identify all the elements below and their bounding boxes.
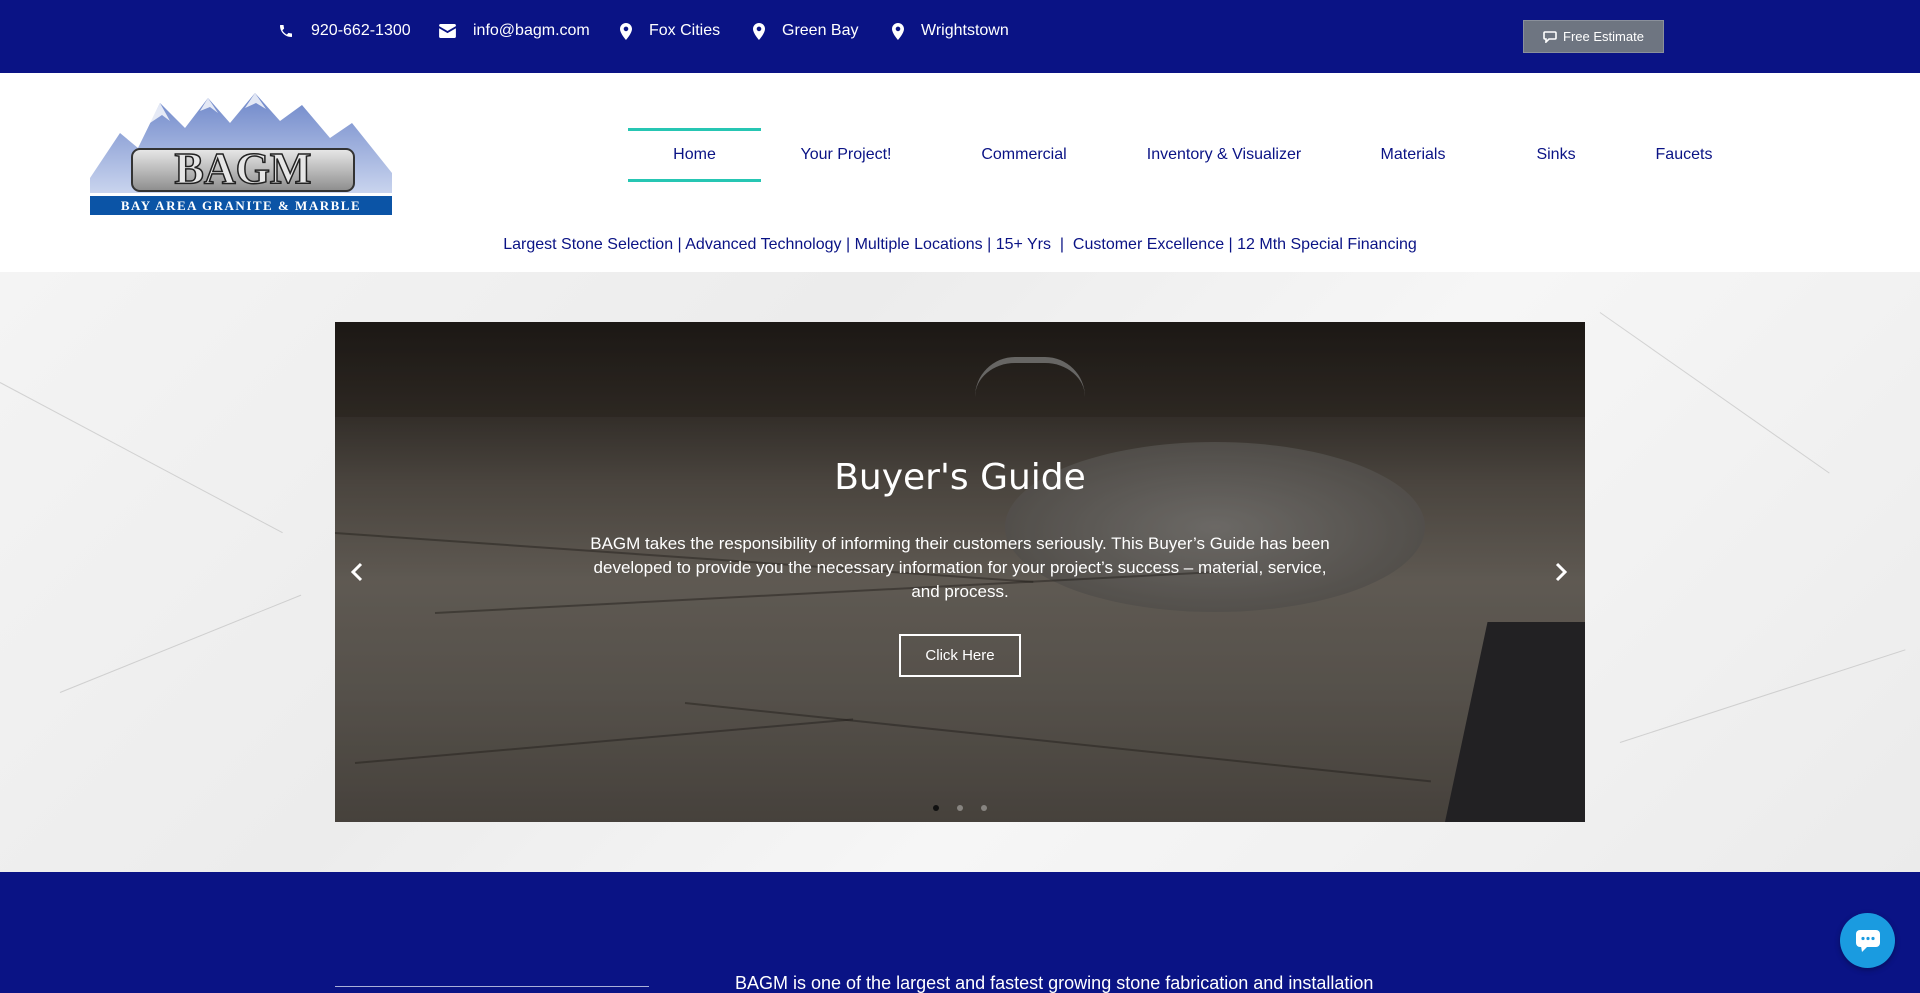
carousel-dot-2[interactable] — [957, 805, 963, 811]
carousel-slide: Buyer's Guide BAGM takes the responsibil… — [335, 322, 1585, 822]
nav-label: Sinks — [1536, 146, 1576, 163]
location-label: Wrightstown — [921, 22, 1009, 39]
chevron-left-icon — [351, 562, 363, 582]
location-fox-cities[interactable]: Fox Cities — [620, 22, 720, 40]
marble-vein — [59, 594, 302, 693]
chat-bubble-icon — [1543, 30, 1557, 43]
nav-inventory-visualizer[interactable]: Inventory & Visualizer — [1138, 128, 1310, 182]
nav-materials[interactable]: Materials — [1365, 128, 1461, 182]
phone-icon — [280, 25, 292, 37]
logo-tagline: BAY AREA GRANITE & MARBLE — [121, 198, 361, 213]
map-marker-icon — [753, 22, 765, 40]
value-tagline: Largest Stone Selection | Advanced Techn… — [503, 236, 1417, 253]
click-here-button[interactable]: Click Here — [899, 634, 1021, 677]
nav-label: Materials — [1380, 146, 1446, 163]
phone-contact[interactable]: 920-662-1300 — [278, 22, 411, 40]
location-label: Fox Cities — [649, 22, 721, 39]
nav-home[interactable]: Home — [628, 128, 761, 182]
free-estimate-label: Free Estimate — [1563, 29, 1644, 44]
nav-commercial[interactable]: Commercial — [960, 128, 1088, 182]
hero-section: Buyer's Guide BAGM takes the responsibil… — [0, 272, 1920, 872]
logo-wordmark: BAGM — [175, 144, 312, 193]
nav-label: Inventory & Visualizer — [1146, 146, 1302, 163]
site-header: BAGM BAY AREA GRANITE & MARBLE Home Your… — [0, 73, 1920, 272]
location-wrightstown[interactable]: Wrightstown — [892, 22, 1009, 40]
location-label: Green Bay — [782, 22, 859, 39]
slide-title: Buyer's Guide — [834, 457, 1086, 498]
live-chat-button[interactable] — [1840, 913, 1895, 968]
top-contact-bar: 920-662-1300 info@bagm.com Fox Cities Gr… — [0, 0, 1920, 73]
section-divider — [335, 986, 649, 987]
envelope-icon — [439, 24, 456, 38]
chat-icon — [1855, 929, 1880, 952]
location-green-bay[interactable]: Green Bay — [753, 22, 858, 40]
click-here-label: Click Here — [925, 647, 995, 664]
chevron-right-icon — [1555, 562, 1567, 582]
marble-vein — [1599, 312, 1830, 474]
nav-label: Home — [673, 146, 716, 163]
about-section: BAGM is one of the largest and fastest g… — [0, 872, 1920, 993]
nav-label: Your Project! — [800, 146, 892, 163]
nav-label: Commercial — [981, 146, 1067, 163]
nav-faucets[interactable]: Faucets — [1646, 128, 1722, 182]
phone-number: 920-662-1300 — [311, 22, 411, 39]
slide-description: BAGM takes the responsibility of informi… — [590, 534, 1330, 601]
carousel-next-button[interactable] — [1549, 557, 1573, 587]
bagm-logo[interactable]: BAGM BAY AREA GRANITE & MARBLE — [90, 93, 392, 215]
carousel-indicators — [335, 805, 1585, 811]
marble-vein — [1619, 649, 1906, 743]
free-estimate-button[interactable]: Free Estimate — [1523, 20, 1664, 53]
map-marker-icon — [892, 22, 904, 40]
carousel-prev-button[interactable] — [345, 557, 369, 587]
carousel-dot-3[interactable] — [981, 805, 987, 811]
marble-vein — [0, 382, 283, 534]
email-address: info@bagm.com — [473, 22, 590, 39]
carousel-dot-1[interactable] — [933, 805, 939, 811]
map-marker-icon — [620, 22, 632, 40]
nav-label: Faucets — [1655, 146, 1713, 163]
nav-your-project[interactable]: Your Project! — [786, 128, 906, 182]
nav-sinks[interactable]: Sinks — [1525, 128, 1587, 182]
email-contact[interactable]: info@bagm.com — [439, 22, 590, 40]
about-text: BAGM is one of the largest and fastest g… — [735, 973, 1374, 993]
